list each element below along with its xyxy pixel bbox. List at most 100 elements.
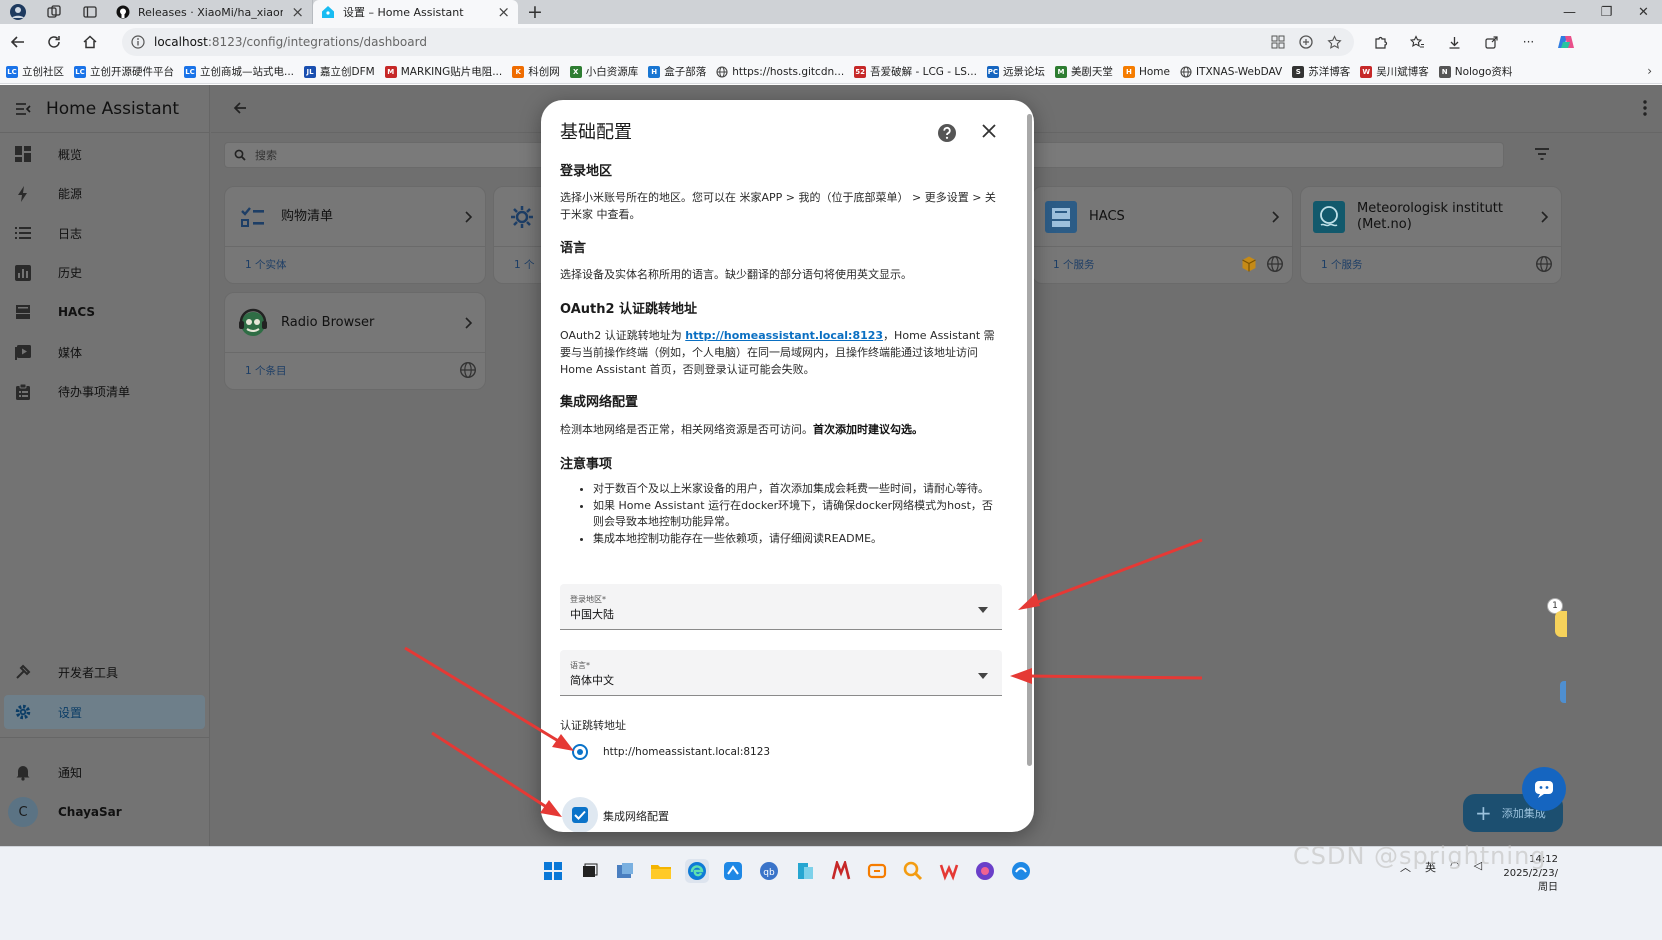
bookmark-item[interactable]: https://hosts.gitcdn... — [716, 66, 844, 78]
taskbar-app-5[interactable] — [829, 859, 853, 883]
chevron-right-icon[interactable] — [451, 210, 485, 223]
browser-tab-settings[interactable]: 设置 – Home Assistant × — [313, 0, 518, 24]
card-title: HACS — [1089, 208, 1125, 224]
service-count-link[interactable]: 1 个服务 — [1321, 257, 1535, 272]
taskbar-app-9[interactable] — [973, 859, 997, 883]
favorites-button[interactable] — [1399, 24, 1436, 60]
dropdown-arrow-icon — [978, 602, 988, 616]
file-explorer-button[interactable] — [649, 859, 673, 883]
bookmark-item[interactable]: ITXNAS-WebDAV — [1180, 66, 1282, 78]
browser-tab-releases[interactable]: Releases · XiaoMi/ha_xiaomi_hom × — [108, 0, 313, 24]
more-menu-button[interactable]: ··· — [1510, 24, 1547, 60]
site-info-icon[interactable] — [122, 35, 154, 49]
bookmark-item[interactable]: K 科创网 — [512, 64, 560, 79]
workspaces-button[interactable] — [36, 0, 72, 24]
sidebar-item-7[interactable]: 待办事项清单 — [4, 375, 205, 409]
sidebar-item-5[interactable]: HACS — [4, 295, 205, 329]
bookmark-item[interactable]: LC 立创商城—站式电... — [184, 64, 294, 79]
floating-side-tab[interactable] — [1555, 611, 1567, 637]
sidebar-item-1[interactable]: 概览 — [4, 137, 205, 171]
bookmark-item[interactable]: H 盒子部落 — [648, 64, 706, 79]
home-button[interactable] — [72, 24, 108, 60]
share-button[interactable] — [1473, 24, 1510, 60]
vertical-tabs-button[interactable] — [72, 0, 108, 24]
help-icon[interactable] — [937, 123, 957, 146]
bookmark-item[interactable]: W 吴川斌博客 — [1360, 64, 1429, 79]
entry-count-link[interactable]: 1 个条目 — [245, 363, 459, 378]
chevron-right-icon[interactable] — [451, 316, 485, 329]
kebab-menu-icon[interactable] — [1642, 99, 1648, 120]
taskbar-app-4[interactable] — [793, 859, 817, 883]
card-header: 购物清单 — [225, 187, 485, 247]
bookmark-item[interactable]: M MARKING贴片电阻... — [384, 64, 502, 79]
arrow-left-icon[interactable] — [231, 99, 249, 120]
integration-card-met-no[interactable]: Meteorologisk institutt (Met.no) 1 个服务 — [1300, 186, 1562, 284]
bookmarks-overflow-icon[interactable]: › — [1647, 64, 1652, 78]
taskbar-app-6[interactable] — [865, 859, 889, 883]
sidebar-item-developer-tools[interactable]: 开发者工具 — [4, 655, 205, 689]
app-available-icon[interactable] — [1271, 35, 1285, 50]
close-tab-icon[interactable]: × — [497, 4, 510, 20]
taskbar-app-10[interactable] — [1009, 859, 1033, 883]
checklist-icon — [225, 206, 281, 228]
taskbar-app-1[interactable] — [613, 859, 637, 883]
bookmark-item[interactable]: N Nologo资料 — [1438, 64, 1512, 79]
integration-card-radio-browser[interactable]: Radio Browser 1 个条目 — [224, 292, 486, 390]
edge-browser-button[interactable] — [685, 859, 709, 883]
scrollbar-thumb[interactable] — [1027, 114, 1032, 766]
bookmark-item[interactable]: X 小白资源库 — [569, 64, 638, 79]
restore-button[interactable]: ❐ — [1588, 0, 1625, 24]
new-tab-button[interactable]: + — [518, 0, 552, 24]
taskbar-app-feishu[interactable] — [721, 859, 745, 883]
downloads-button[interactable] — [1436, 24, 1473, 60]
translate-icon[interactable] — [1299, 35, 1313, 50]
bookmark-item[interactable]: H Home — [1122, 65, 1170, 78]
bookmark-item[interactable]: M 美剧天堂 — [1054, 64, 1113, 79]
entity-count-link[interactable]: 1 个实体 — [245, 257, 485, 272]
network-config-checkbox[interactable] — [562, 797, 598, 832]
sidebar-item-2[interactable]: 能源 — [4, 177, 205, 211]
bookmark-item[interactable]: 52 吾爱破解 - LCG - LS... — [854, 64, 977, 79]
close-window-button[interactable]: ✕ — [1625, 0, 1662, 24]
close-tab-icon[interactable]: × — [291, 4, 304, 20]
floating-side-tab-blue[interactable] — [1560, 681, 1566, 703]
oauth-redirect-link[interactable]: http://homeassistant.local:8123 — [685, 329, 883, 342]
chevron-right-icon[interactable] — [1527, 210, 1561, 223]
sidebar-item-notifications[interactable]: 通知 — [4, 755, 205, 789]
sidebar-item-3[interactable]: 日志 — [4, 216, 205, 250]
task-view-button[interactable] — [577, 859, 601, 883]
region-select[interactable]: 登录地区* 中国大陆 — [560, 584, 1002, 630]
sidebar-item-6[interactable]: 媒体 — [4, 335, 205, 369]
taskbar-app-wps[interactable] — [937, 859, 961, 883]
dialog-scrollbar[interactable] — [1027, 106, 1033, 826]
refresh-button[interactable] — [36, 24, 72, 60]
language-select[interactable]: 语言* 简体中文 — [560, 650, 1002, 696]
sidebar-item-4[interactable]: 历史 — [4, 256, 205, 290]
start-button[interactable] — [541, 859, 565, 883]
address-bar[interactable]: localhost:8123/config/integrations/dashb… — [122, 28, 1354, 56]
chevron-right-icon[interactable] — [1258, 210, 1292, 223]
taskbar-app-search[interactable] — [901, 859, 925, 883]
bookmark-item[interactable]: LC 立创社区 — [6, 64, 64, 79]
chat-assistant-button[interactable] — [1522, 767, 1566, 811]
bookmark-item[interactable]: JL 嘉立创DFM — [304, 64, 375, 79]
integration-card-hacs[interactable]: HACS 1 个服务 — [1032, 186, 1293, 284]
bookmark-item[interactable]: LC 立创开源硬件平台 — [74, 64, 174, 79]
bookmark-item[interactable]: S 苏洋博客 — [1292, 64, 1350, 79]
back-button[interactable] — [0, 24, 36, 60]
close-icon[interactable] — [981, 123, 997, 142]
sidebar-item-settings[interactable]: 设置 — [4, 695, 205, 729]
service-count-link[interactable]: 1 个服务 — [1053, 257, 1240, 272]
profile-avatar[interactable] — [0, 0, 36, 24]
menu-collapse-icon[interactable] — [0, 100, 46, 118]
sidebar-item-profile[interactable]: C ChayaSar — [4, 795, 205, 829]
integration-card-shopping-list[interactable]: 购物清单 1 个实体 — [224, 186, 486, 284]
taskbar-app-qbittorrent[interactable]: qb — [757, 859, 781, 883]
favorite-star-icon[interactable] — [1327, 34, 1342, 50]
copilot-button[interactable] — [1547, 24, 1584, 60]
minimize-button[interactable]: — — [1551, 0, 1588, 24]
bookmark-item[interactable]: PC 远景论坛 — [986, 64, 1045, 79]
redirect-url-radio[interactable] — [560, 732, 600, 772]
extensions-button[interactable] — [1362, 24, 1399, 60]
filter-icon[interactable] — [1534, 147, 1550, 164]
